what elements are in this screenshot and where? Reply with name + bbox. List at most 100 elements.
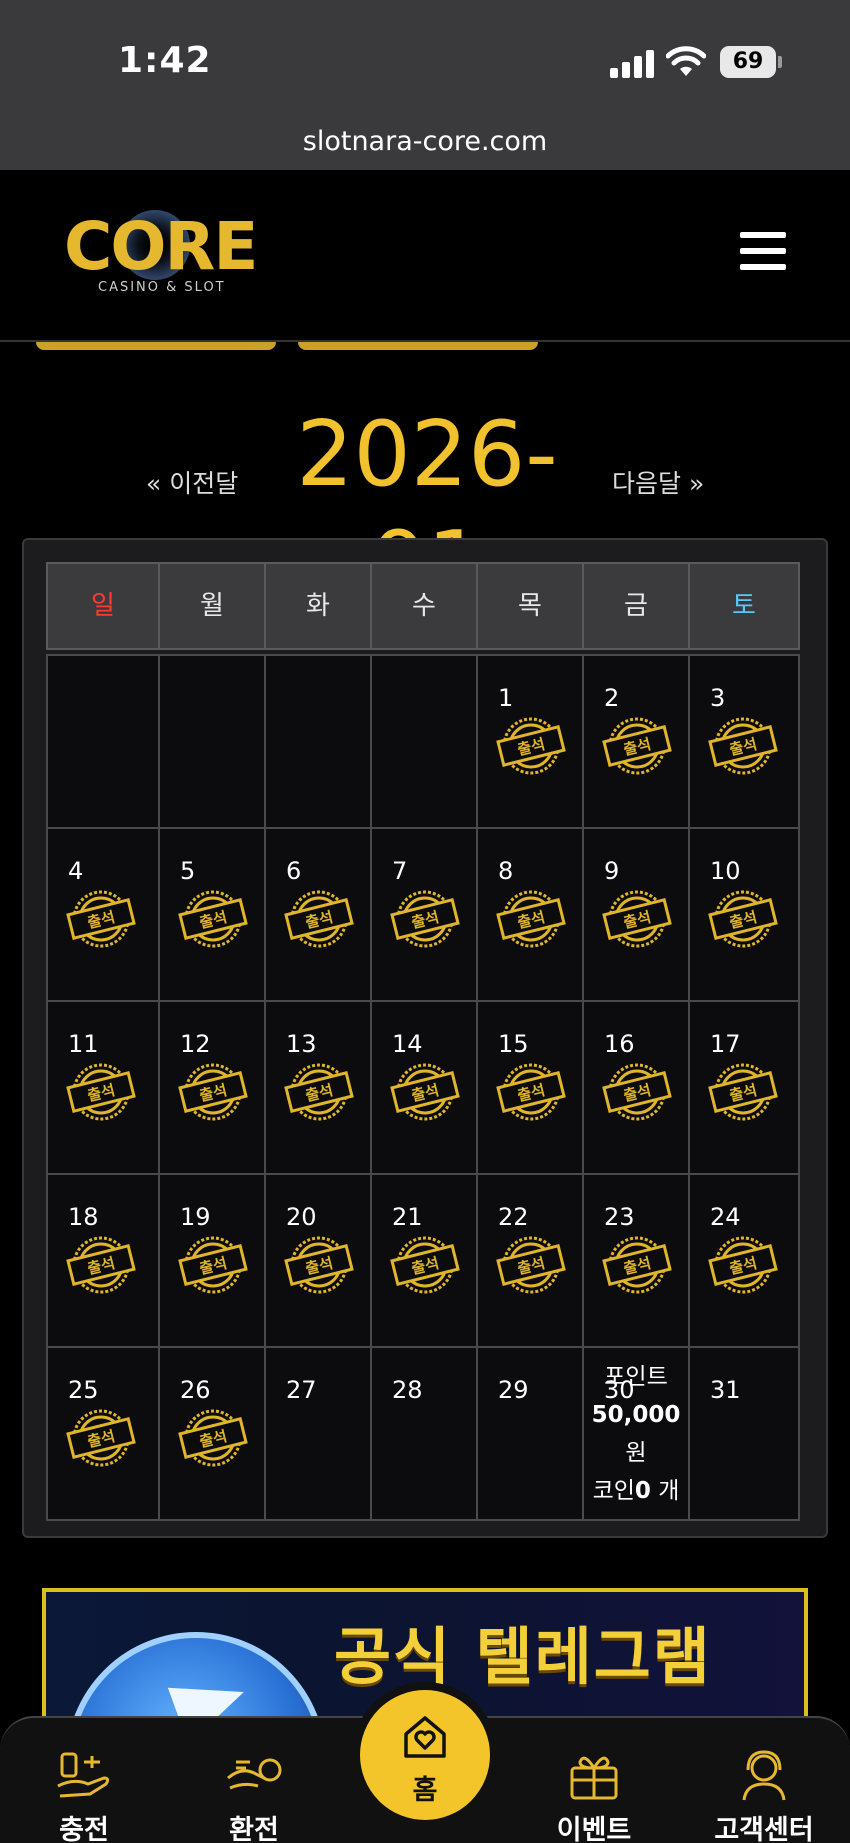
attendance-stamp-icon: 출석	[64, 1231, 138, 1297]
calendar-empty-cell	[46, 654, 160, 829]
nav-withdraw[interactable]: 환전	[194, 1748, 314, 1843]
calendar-day-26[interactable]: 26 출석	[158, 1346, 266, 1521]
calendar-day-28[interactable]: 28	[370, 1346, 478, 1521]
day-number: 13	[286, 1030, 317, 1058]
weekday-header: 월	[158, 562, 266, 650]
weekday-header: 목	[476, 562, 584, 650]
calendar-empty-cell	[158, 654, 266, 829]
day-number: 18	[68, 1203, 99, 1231]
menu-icon[interactable]	[740, 232, 786, 272]
day-number: 22	[498, 1203, 529, 1231]
calendar-day-11[interactable]: 11 출석	[46, 1000, 160, 1175]
attendance-stamp-icon: 출석	[176, 1058, 250, 1124]
day-number: 16	[604, 1030, 635, 1058]
attendance-stamp-icon: 출석	[176, 1231, 250, 1297]
calendar-day-23[interactable]: 23 출석	[582, 1173, 690, 1348]
calendar-day-3[interactable]: 3 출석	[688, 654, 800, 829]
attendance-stamp-icon: 출석	[282, 1058, 356, 1124]
day-number: 25	[68, 1376, 99, 1404]
calendar-day-18[interactable]: 18 출석	[46, 1173, 160, 1348]
calendar-day-9[interactable]: 9 출석	[582, 827, 690, 1002]
attendance-stamp-icon: 출석	[600, 712, 674, 778]
deposit-icon	[54, 1748, 114, 1804]
point-summary: 포인트 50,000 원 코인0 개	[584, 1358, 688, 1510]
day-number: 31	[710, 1376, 741, 1404]
logo-subtitle: CASINO & SLOT	[98, 280, 226, 295]
tab-peek-right[interactable]	[298, 342, 538, 350]
attendance-stamp-icon: 출석	[64, 885, 138, 951]
day-number: 19	[180, 1203, 211, 1231]
calendar-day-2[interactable]: 2 출석	[582, 654, 690, 829]
battery-icon: 69	[720, 46, 776, 78]
calendar-day-31[interactable]: 31	[688, 1346, 800, 1521]
calendar-day-16[interactable]: 16 출석	[582, 1000, 690, 1175]
status-bar: 1:42 69	[0, 0, 850, 120]
next-month-link[interactable]: 다음달 »	[612, 464, 704, 500]
calendar-day-19[interactable]: 19 출석	[158, 1173, 266, 1348]
calendar-day-7[interactable]: 7 출석	[370, 827, 478, 1002]
calendar-day-25[interactable]: 25 출석	[46, 1346, 160, 1521]
day-number: 23	[604, 1203, 635, 1231]
wifi-icon	[665, 46, 707, 78]
calendar-day-5[interactable]: 5 출석	[158, 827, 266, 1002]
url-text: slotnara-core.com	[302, 126, 548, 157]
attendance-stamp-icon: 출석	[176, 885, 250, 951]
tab-peek-left[interactable]	[36, 342, 276, 350]
calendar-day-6[interactable]: 6 출석	[264, 827, 372, 1002]
attendance-stamp-icon: 출석	[282, 1231, 356, 1297]
calendar-day-12[interactable]: 12 출석	[158, 1000, 266, 1175]
attendance-stamp-icon: 출석	[64, 1404, 138, 1470]
attendance-stamp-icon: 출석	[706, 1231, 780, 1297]
day-number: 9	[604, 857, 620, 885]
weekday-header: 토	[688, 562, 800, 650]
calendar-day-20[interactable]: 20 출석	[264, 1173, 372, 1348]
calendar-day-8[interactable]: 8 출석	[476, 827, 584, 1002]
attendance-stamp-icon: 출석	[388, 885, 462, 951]
day-number: 26	[180, 1376, 211, 1404]
day-number: 14	[392, 1030, 423, 1058]
core-logo[interactable]: CORE CASINO & SLOT	[64, 214, 264, 304]
attendance-stamp-icon: 출석	[494, 712, 568, 778]
calendar-day-29[interactable]: 29	[476, 1346, 584, 1521]
month-navigation: « 이전달 2026-01 다음달 »	[0, 400, 850, 617]
day-number: 24	[710, 1203, 741, 1231]
calendar-day-30[interactable]: 30 포인트 50,000 원 코인0 개	[582, 1346, 690, 1521]
site-header: CORE CASINO & SLOT	[0, 170, 850, 342]
calendar-day-27[interactable]: 27	[264, 1346, 372, 1521]
calendar-day-10[interactable]: 10 출석	[688, 827, 800, 1002]
home-icon	[400, 1712, 450, 1762]
calendar-day-17[interactable]: 17 출석	[688, 1000, 800, 1175]
nav-support[interactable]: 고객센터	[704, 1748, 824, 1843]
nav-withdraw-label: 환전	[229, 1815, 279, 1843]
day-number: 3	[710, 684, 726, 712]
attendance-stamp-icon: 출석	[600, 1231, 674, 1297]
calendar-day-14[interactable]: 14 출석	[370, 1000, 478, 1175]
calendar-day-13[interactable]: 13 출석	[264, 1000, 372, 1175]
prev-month-link[interactable]: « 이전달	[146, 464, 238, 500]
day-number: 7	[392, 857, 408, 885]
calendar-day-22[interactable]: 22 출석	[476, 1173, 584, 1348]
attendance-stamp-icon: 출석	[64, 1058, 138, 1124]
gift-icon	[564, 1748, 624, 1804]
calendar-day-15[interactable]: 15 출석	[476, 1000, 584, 1175]
day-number: 10	[710, 857, 741, 885]
nav-event-label: 이벤트	[556, 1815, 632, 1843]
day-number: 8	[498, 857, 514, 885]
weekday-header: 수	[370, 562, 478, 650]
nav-deposit[interactable]: 충전	[24, 1748, 144, 1843]
address-bar[interactable]: slotnara-core.com	[0, 120, 850, 170]
day-number: 27	[286, 1376, 317, 1404]
calendar-day-1[interactable]: 1 출석	[476, 654, 584, 829]
attendance-stamp-icon: 출석	[176, 1404, 250, 1470]
calendar-day-21[interactable]: 21 출석	[370, 1173, 478, 1348]
day-number: 5	[180, 857, 196, 885]
calendar-day-24[interactable]: 24 출석	[688, 1173, 800, 1348]
day-number: 20	[286, 1203, 317, 1231]
nav-home-label: 홈	[412, 1775, 438, 1806]
status-time: 1:42	[118, 40, 212, 81]
calendar-empty-cell	[370, 654, 478, 829]
day-number: 15	[498, 1030, 529, 1058]
nav-event[interactable]: 이벤트	[534, 1748, 654, 1843]
calendar-day-4[interactable]: 4 출석	[46, 827, 160, 1002]
nav-home-button[interactable]: 홈	[352, 1682, 498, 1828]
